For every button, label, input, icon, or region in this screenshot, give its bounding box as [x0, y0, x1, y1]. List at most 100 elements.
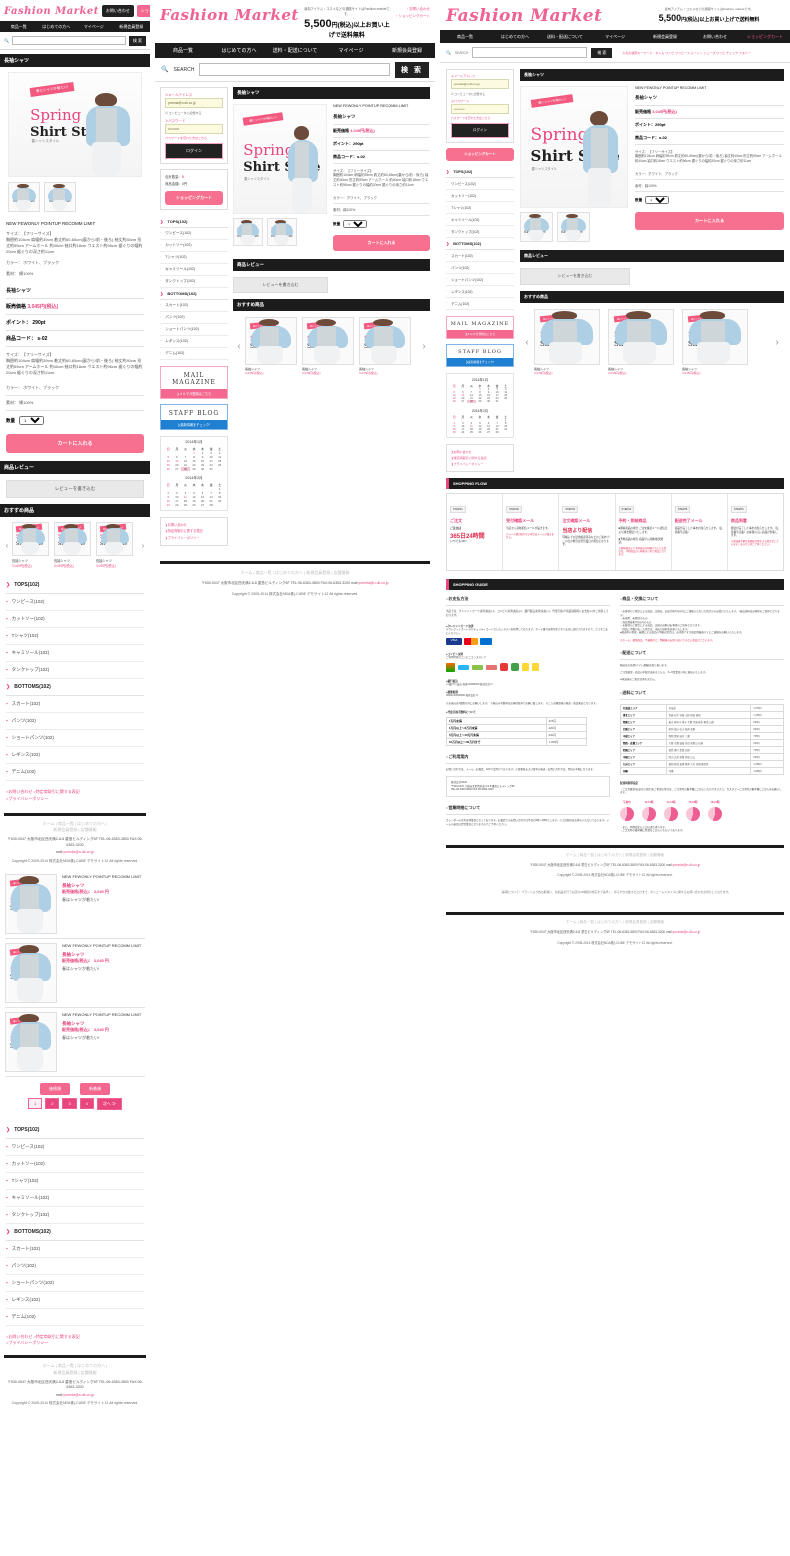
- category-item[interactable]: ▪ カットソー(102): [6, 611, 144, 628]
- category-item[interactable]: ▪ パンツ(102): [6, 1258, 144, 1275]
- search-button[interactable]: 検 索: [591, 47, 613, 58]
- footer-link-firsttime[interactable]: はじめての方へ: [77, 821, 105, 826]
- info-link-2[interactable]: ❯プライバシーポリシー: [451, 461, 509, 467]
- category-item[interactable]: · タンクトップ(102): [160, 276, 228, 288]
- mail-magazine-banner[interactable]: MAIL MAGAZINE ❯メルマガ登録はこちら: [160, 366, 228, 399]
- category-item[interactable]: ▪ Tシャツ(102): [6, 628, 144, 645]
- write-review-button[interactable]: レビューを書き込む: [6, 480, 144, 498]
- nav-item-0[interactable]: 商品一覧: [155, 47, 211, 54]
- nav-item-4[interactable]: 新規会員登録: [379, 47, 435, 54]
- search-input[interactable]: [472, 47, 588, 58]
- page-1[interactable]: 1: [27, 1098, 43, 1110]
- category-item[interactable]: · キャミソール(102): [446, 214, 514, 226]
- sort-new-button[interactable]: 新着順: [80, 1082, 110, 1095]
- forgot-password-link[interactable]: パスワードを忘れた方はこちら: [451, 116, 509, 120]
- footer-link-products[interactable]: 商品一覧: [58, 821, 74, 826]
- carousel-prev-button[interactable]: ‹: [520, 337, 534, 348]
- quantity-stepper[interactable]: 1: [645, 196, 670, 205]
- login-button[interactable]: ログイン: [165, 143, 223, 159]
- footer-mail-link[interactable]: yoneda@n-dk.co.jp: [63, 850, 94, 854]
- carousel-item-0[interactable]: 春にシャツが着たい! Spring Shirt Style 長袖シャツ 3,04…: [534, 309, 600, 375]
- site-logo[interactable]: Fashion Market: [160, 6, 299, 24]
- thumbnail-1[interactable]: Spring Shirt Style: [44, 182, 76, 212]
- email-field[interactable]: yoneda@n-dk.co.jp: [451, 79, 509, 89]
- carousel-prev-button[interactable]: ‹: [233, 341, 245, 352]
- category-item[interactable]: · ワンピース(102): [160, 228, 228, 240]
- category-item[interactable]: ▪ キャミソール(102): [6, 1190, 144, 1207]
- category-item[interactable]: · レギンス(102): [160, 336, 228, 348]
- category-head-bottoms-2[interactable]: ❯ BOTTOMS(102): [6, 1224, 144, 1241]
- carousel-item-0[interactable]: 春にシャツが着たい! Spring Shirt Style 長袖シャツ 3,04…: [12, 522, 49, 568]
- nav-item-2[interactable]: 送料・配送について: [267, 47, 323, 54]
- nav-item-0[interactable]: 商品一覧: [440, 34, 490, 40]
- category-item[interactable]: ▪ デニム(102): [6, 764, 144, 781]
- nav-item-0[interactable]: 商品一覧: [0, 24, 38, 30]
- category-item[interactable]: ▪ タンクトップ(102): [6, 662, 144, 679]
- page-2[interactable]: 2: [45, 1098, 60, 1110]
- carousel-prev-button[interactable]: ‹: [2, 541, 12, 550]
- search-button[interactable]: 検 索: [128, 35, 146, 46]
- carousel-item-1[interactable]: 春にシャツが着たい! Spring Shirt Style 長袖シャツ 3,04…: [608, 309, 674, 375]
- forgot-password-link[interactable]: パスワードを忘れた方はこちら: [165, 136, 223, 140]
- add-to-cart-button[interactable]: カートに入れる: [333, 235, 430, 252]
- nav-item-4[interactable]: 新規会員登録: [640, 34, 690, 40]
- password-field[interactable]: ••••••••••: [451, 104, 509, 114]
- page-4[interactable]: 4: [79, 1098, 94, 1110]
- cart-button[interactable]: ショッピングカート: [136, 5, 150, 17]
- product-main-image[interactable]: 春にシャツが着たい! Spring Shirt Style 春シャツスタイル: [8, 72, 142, 177]
- category-item[interactable]: · デニム(102): [446, 298, 514, 310]
- email-field[interactable]: yoneda@n-dk.co.jp: [165, 98, 223, 108]
- category-item[interactable]: · ワンピース(102): [446, 178, 514, 190]
- category-item[interactable]: · カットソー(102): [446, 190, 514, 202]
- list-item[interactable]: 春にシャツが着たい! Spring Shirt Style NEW FEWONL…: [5, 939, 145, 1008]
- footer-link-home[interactable]: ホーム: [43, 821, 55, 826]
- carousel-item-2[interactable]: 春にシャツが着たい! Spring Shirt Style 長袖シャツ 3,04…: [96, 522, 133, 568]
- quantity-stepper[interactable]: 1: [343, 220, 368, 229]
- nav-item-5[interactable]: お問い合わせ: [690, 34, 740, 40]
- keywords-list[interactable]: ボトム ワンピ ワンピース ムートン シューズ ワンピ チェック スキニー: [655, 51, 751, 55]
- category-head-bottoms[interactable]: ❯ BOTTOMS(102): [6, 679, 144, 696]
- category-item[interactable]: ▪ デニム(102): [6, 1309, 144, 1326]
- carousel-item-0[interactable]: 春にシャツが着たい! Spring Shirt Style 長袖シャツ 3,04…: [245, 317, 297, 375]
- category-item[interactable]: ▪ キャミソール(102): [6, 645, 144, 662]
- category-item[interactable]: ▪ レギンス(102): [6, 747, 144, 764]
- nav-item-3[interactable]: マイページ: [323, 47, 379, 54]
- category-item[interactable]: · パンツ(102): [446, 262, 514, 274]
- site-logo[interactable]: Fashion Market: [446, 6, 602, 26]
- thumbnail-1[interactable]: Spring Shirt Style: [267, 218, 297, 246]
- category-item[interactable]: · パンツ(102): [160, 312, 228, 324]
- category-item[interactable]: ▪ パンツ(102): [6, 713, 144, 730]
- category-item[interactable]: · Tシャツ(102): [446, 202, 514, 214]
- carousel-next-button[interactable]: ›: [138, 541, 148, 550]
- category-item[interactable]: ▪ ワンピース(102): [6, 594, 144, 611]
- category-item[interactable]: · レギンス(102): [446, 286, 514, 298]
- category-head-tops[interactable]: ❯ TOPS(102): [6, 577, 144, 594]
- category-item[interactable]: ▪ ワンピース(102): [6, 1139, 144, 1156]
- nav-item-3[interactable]: 新規会員登録: [113, 24, 151, 30]
- cart-widget-button[interactable]: ショッピングカート: [446, 148, 514, 161]
- category-item[interactable]: · デニム(102): [160, 348, 228, 360]
- login-button[interactable]: ログイン: [451, 123, 509, 138]
- category-item[interactable]: · ショートパンツ(102): [160, 324, 228, 336]
- add-to-cart-button[interactable]: カートに入れる: [635, 212, 784, 231]
- category-head-tops[interactable]: ❯ TOPS(102): [446, 166, 514, 178]
- contact-button[interactable]: お問い合わせ: [101, 5, 134, 17]
- category-item[interactable]: ▪ Tシャツ(102): [6, 1173, 144, 1190]
- info-link-0[interactable]: >お問い合わせ: [6, 789, 32, 794]
- category-head-tops[interactable]: ❯ TOPS(102): [160, 216, 228, 228]
- carousel-next-button[interactable]: ›: [770, 337, 784, 348]
- cart-link[interactable]: ・ショッピングカート: [395, 13, 430, 20]
- sort-price-button[interactable]: 価格順: [40, 1082, 70, 1095]
- category-item[interactable]: · カットソー(102): [160, 240, 228, 252]
- quantity-stepper[interactable]: 1: [19, 416, 44, 425]
- mail-magazine-banner[interactable]: MAIL MAGAZINE ❯メルマガ登録はこちら: [446, 316, 514, 339]
- category-item[interactable]: ▪ レギンス(102): [6, 1292, 144, 1309]
- staff-blog-banner[interactable]: STAFF BLOG ❯最新情報をチェック!: [446, 344, 514, 367]
- carousel-item-2[interactable]: 春にシャツが着たい! Spring Shirt Style 長袖シャツ 3,04…: [359, 317, 411, 375]
- nav-item-1[interactable]: はじめての方へ: [211, 47, 267, 54]
- category-item[interactable]: · キャミソール(102): [160, 264, 228, 276]
- category-item[interactable]: ▪ スカート(102): [6, 1241, 144, 1258]
- page-3[interactable]: 3: [62, 1098, 77, 1110]
- category-item[interactable]: · スカート(102): [446, 250, 514, 262]
- product-main-image[interactable]: 春にシャツが着たい! Spring Shirt Style 春シャツスタイル: [233, 104, 327, 214]
